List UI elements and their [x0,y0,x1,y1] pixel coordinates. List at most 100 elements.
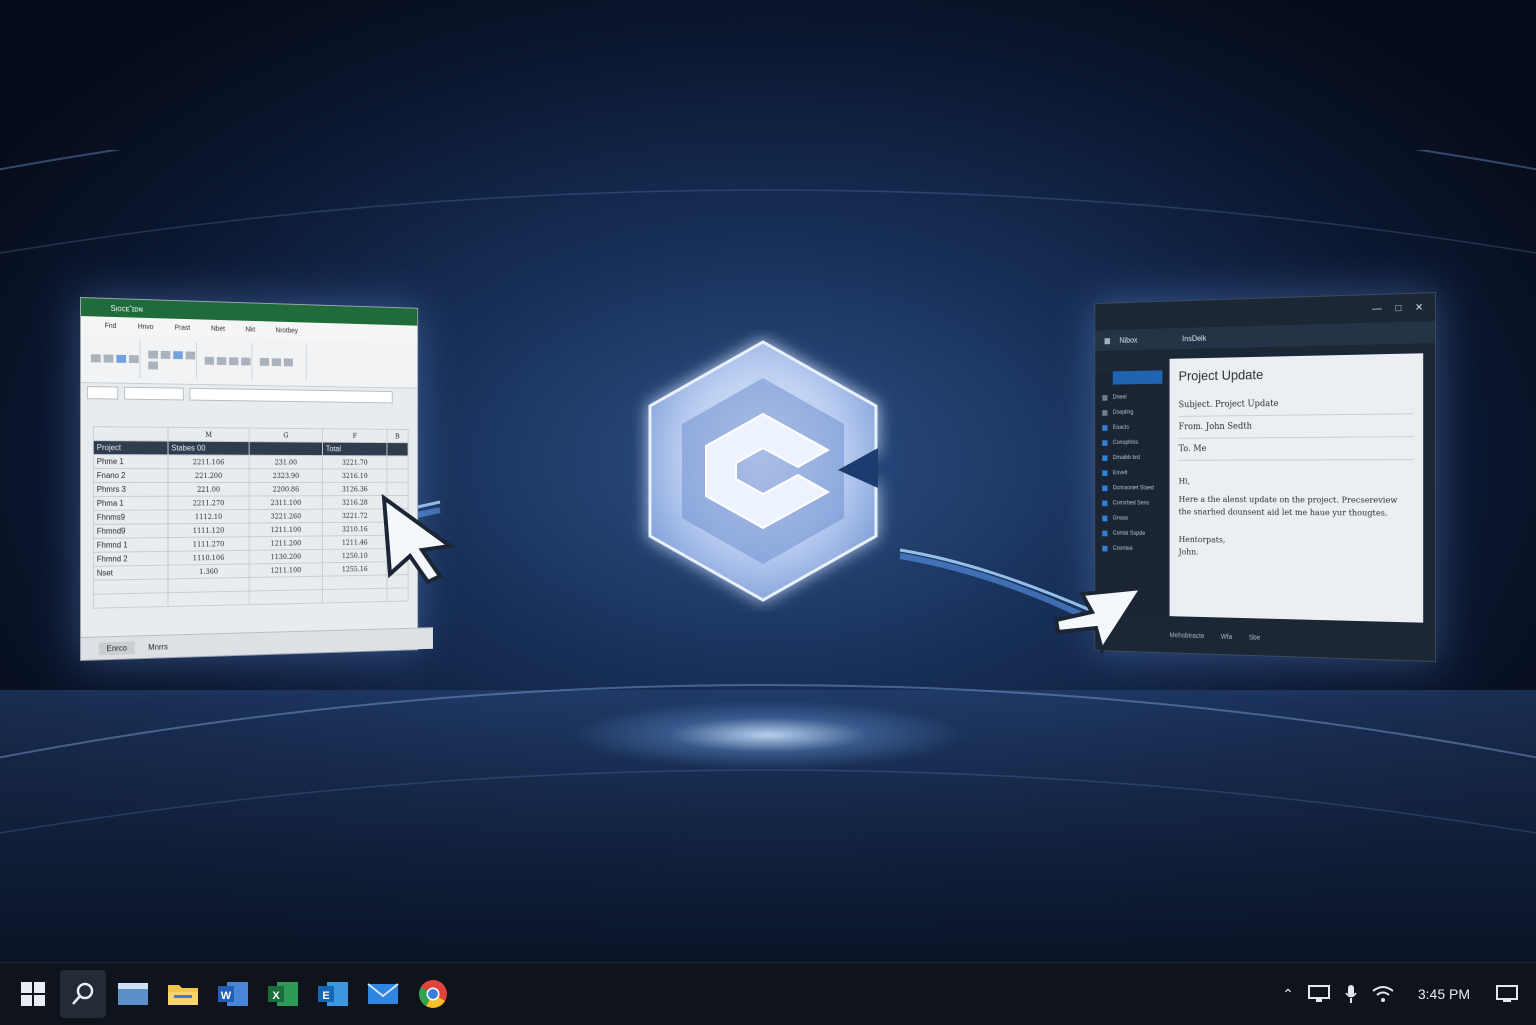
font-color-icon[interactable] [173,351,183,359]
cell[interactable]: Phmrs 3 [93,482,168,496]
cell[interactable]: 3221.260 [249,509,323,523]
footer-item[interactable]: Wfa [1221,634,1232,641]
cell[interactable]: 1211.200 [249,536,323,550]
column-letter[interactable]: F [323,429,387,443]
maximize-icon[interactable]: □ [1395,303,1401,314]
insert-icon[interactable] [260,358,269,366]
header-cell[interactable]: Stabes 00 [168,441,249,455]
folder-label[interactable]: InsDelk [1182,334,1206,343]
header-cell[interactable] [249,442,323,456]
cell[interactable]: 1130.200 [249,549,323,564]
microphone-icon[interactable] [1344,984,1358,1004]
start-button[interactable] [10,970,56,1018]
file-explorer-button[interactable] [160,970,206,1018]
cell[interactable]: Fhmnd 1 [93,538,168,553]
menu-item[interactable]: Prast [175,324,191,331]
sheet-tab[interactable]: Enrco [99,641,135,655]
name-box[interactable] [87,386,118,399]
wifi-icon[interactable] [1372,985,1394,1003]
cell[interactable]: 3221.72 [323,509,387,523]
cell[interactable]: 221.200 [168,469,249,483]
cut-icon[interactable] [104,355,114,363]
align-left-icon[interactable] [205,357,214,365]
cell[interactable]: Nset [93,565,168,580]
merge-icon[interactable] [241,358,250,366]
excel-button[interactable]: X [260,970,306,1018]
cell[interactable]: Phme 1 [93,455,168,469]
fill-icon[interactable] [186,351,195,359]
format-painter-icon[interactable] [129,355,139,363]
formula-input[interactable] [189,388,392,404]
sheet-tab[interactable]: Mnrrs [148,642,168,651]
mail-button[interactable] [360,970,406,1018]
cell[interactable]: 1110.106 [168,550,249,565]
bold-icon[interactable] [148,350,158,358]
close-icon[interactable]: ✕ [1415,302,1423,313]
paste-icon[interactable] [91,354,101,362]
delete-icon[interactable] [272,358,281,366]
cell[interactable]: 1211.100 [249,563,323,578]
border-icon[interactable] [148,361,158,369]
copy-icon[interactable] [116,355,126,363]
cell[interactable]: 1211.46 [323,535,387,549]
sidebar-item[interactable]: Dsepling [1095,405,1166,421]
sidebar-item[interactable]: Gnaas [1095,511,1166,527]
footer-item[interactable]: Mehsbtracte [1170,632,1205,640]
cell[interactable]: 1111.120 [168,523,249,537]
wrap-text-icon[interactable] [229,357,238,365]
column-letter[interactable]: G [249,428,323,442]
sidebar-item[interactable]: Contat Supde [1095,526,1166,542]
selected-folder[interactable] [1113,370,1163,384]
menu-item[interactable]: Fnd [105,322,117,329]
column-letter[interactable]: B [387,429,408,442]
word-button[interactable]: W [210,970,256,1018]
cell[interactable]: 3221.70 [323,456,387,470]
menu-item[interactable]: Nrotbey [276,327,298,334]
cell[interactable]: Fhmnd 2 [93,551,168,566]
search-button[interactable] [60,970,106,1018]
format-icon[interactable] [284,358,293,366]
cell[interactable]: 3216.10 [323,469,387,482]
sidebar-item[interactable]: Eoacts [1095,420,1166,436]
display-icon[interactable] [1308,985,1330,1003]
cell[interactable]: Fhnms9 [93,510,168,524]
sidebar-item[interactable]: Coontee [1095,541,1166,557]
cell[interactable]: 2200.86 [249,482,323,496]
cell[interactable]: 1255.16 [323,562,387,576]
menu-item[interactable]: Nbet [211,325,225,332]
cell[interactable]: 3126.36 [323,482,387,495]
cell[interactable]: 2211.106 [168,455,249,469]
header-cell[interactable]: Project [93,441,168,455]
outlook-button[interactable]: E [310,970,356,1018]
cell[interactable]: 1.360 [168,564,249,579]
sidebar-item[interactable]: Eovelt [1095,466,1166,481]
chevron-up-icon[interactable]: ⌃ [1282,986,1294,1003]
align-center-icon[interactable] [217,357,226,365]
cell[interactable]: 3210.16 [323,522,387,536]
cell[interactable]: 221.00 [168,482,249,496]
menu-item[interactable]: Nkt [245,326,255,333]
function-box[interactable] [124,387,184,401]
task-view-button[interactable] [110,970,156,1018]
clock[interactable]: 3:45 PM [1418,986,1470,1002]
cell[interactable]: 1250.10 [323,549,387,563]
sidebar-item[interactable]: Dcnraoniet Staed [1095,481,1166,496]
italic-icon[interactable] [161,350,171,358]
cell[interactable]: 2311.100 [249,496,323,510]
spreadsheet-window[interactable]: Sᴉᴏᴄᴇ̃ ɪᴅɴ Fnd Hnvo Prast Nbet Nkt Nrotb… [80,297,418,661]
cell[interactable]: 231.00 [249,455,323,469]
cell[interactable]: 1211.100 [249,523,323,537]
cell[interactable]: 1111.270 [168,537,249,552]
cell[interactable]: 2211.270 [168,496,249,510]
cell[interactable]: Phma 1 [93,496,168,510]
cell[interactable]: 3216.28 [323,496,387,510]
chrome-button[interactable] [410,970,456,1018]
sidebar-item[interactable]: Dmaibb brd [1095,450,1166,465]
cell[interactable]: 1112.10 [168,510,249,524]
cell[interactable]: 2323.90 [249,469,323,483]
header-cell[interactable]: Total [323,442,387,456]
sidebar-item[interactable]: Conophlns [1095,435,1166,451]
column-letter[interactable]: M [168,427,249,441]
cell[interactable]: Fnano 2 [93,469,168,483]
footer-item[interactable]: Sbe [1249,635,1261,642]
